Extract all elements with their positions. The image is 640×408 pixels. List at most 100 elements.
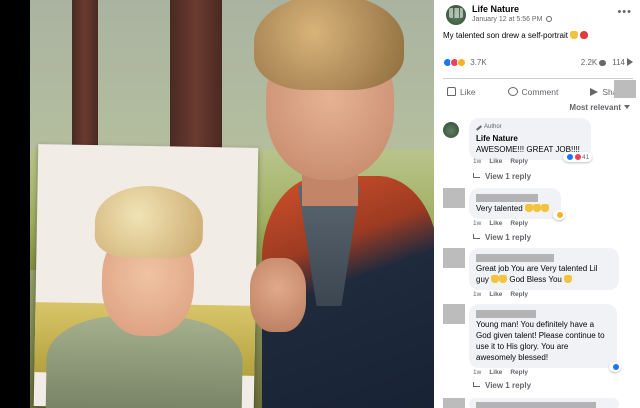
boy-hair	[254, 0, 404, 90]
like-reaction-icon	[566, 153, 574, 161]
author-badge-label: Author	[484, 124, 502, 130]
commenter-avatar[interactable]	[443, 248, 465, 268]
comment-reply-link[interactable]: Reply	[510, 369, 528, 376]
love-reaction-icon	[574, 153, 582, 161]
commenter-name-redacted	[476, 252, 612, 263]
post-panel: Life Nature January 12 at 5:56 PM ••• My…	[434, 0, 640, 408]
more-options-button[interactable]: •••	[617, 6, 632, 18]
engagement-counts: 2.2K 114	[581, 58, 633, 67]
comment-time[interactable]: 1w	[473, 369, 481, 376]
comment-text-body: Very talented	[476, 204, 523, 213]
like-button[interactable]: Like	[447, 87, 476, 97]
commenter-name[interactable]: Life Nature	[476, 133, 584, 144]
author-badge: Author	[476, 122, 584, 133]
comment-button[interactable]: Comment	[507, 86, 559, 97]
red-heart-emoji	[580, 31, 589, 39]
clapping-hands-emoji	[540, 204, 549, 212]
comment-reply-link[interactable]: Reply	[510, 158, 528, 165]
thumbs-up-icon	[447, 87, 456, 96]
share-icon	[590, 87, 599, 96]
comment-text: Young man! You definitely have a God giv…	[476, 320, 605, 362]
wow-reaction-icon	[457, 58, 466, 67]
tree-trunk	[72, 0, 98, 150]
comment-reply-link[interactable]: Reply	[510, 291, 528, 298]
comment-item: Author Life Nature AWESOME!!! GREAT JOB!…	[443, 118, 635, 186]
view-replies-link[interactable]: View 1 reply	[473, 172, 531, 181]
redacted-name-bar	[476, 401, 596, 408]
caret-down-icon	[624, 105, 630, 109]
tree-trunk	[170, 0, 222, 150]
view-replies-label: View 1 reply	[485, 233, 532, 242]
comment-count-icon	[599, 60, 607, 66]
caption-text: My talented son drew a self-portrait	[443, 31, 568, 40]
comment-reaction-count: 41	[582, 153, 590, 161]
comment-reactions[interactable]: 41	[563, 152, 593, 162]
comment-meta: 1w Like Reply	[473, 369, 536, 376]
boy-hand	[250, 258, 306, 332]
reply-arrow-icon	[473, 382, 480, 387]
post-actions: Like Comment Share	[443, 78, 633, 98]
comment-item: Great job You are Very talented Lil guy …	[443, 248, 635, 302]
comment-reactions[interactable]	[609, 362, 621, 372]
comment-text: Great job You are Very talented Lil guy …	[476, 263, 612, 285]
share-count-icon	[627, 58, 633, 66]
comment-reactions[interactable]	[553, 210, 565, 220]
commenter-avatar[interactable]	[443, 304, 465, 324]
redacted-name-bar	[476, 309, 536, 318]
comment-reply-link[interactable]: Reply	[510, 220, 528, 227]
comment-item: Young man! You definitely have a God giv…	[443, 304, 635, 396]
comment-like-link[interactable]: Like	[489, 220, 502, 227]
clapping-hands-emoji	[524, 204, 533, 212]
viewer-avatar[interactable]	[614, 80, 636, 98]
post-header: Life Nature January 12 at 5:56 PM •••	[434, 0, 640, 30]
thumbs-up-emoji	[499, 275, 508, 283]
post-date-text[interactable]: January 12 at 5:56 PM	[472, 16, 542, 23]
commenter-avatar[interactable]	[443, 122, 459, 138]
comment-like-link[interactable]: Like	[489, 369, 502, 376]
commenter-avatar[interactable]	[443, 188, 465, 208]
drawing-paper	[33, 144, 259, 408]
comment-bubble: Young man! You definitely have a God giv…	[469, 304, 617, 368]
comment-time[interactable]: 1w	[473, 158, 481, 165]
page-avatar[interactable]	[446, 5, 466, 25]
post-date[interactable]: January 12 at 5:56 PM	[472, 16, 553, 23]
comment-meta: 1w Like Reply	[473, 220, 536, 227]
wow-reaction-icon	[556, 211, 564, 219]
comment-text-tail: God Bless You	[509, 275, 562, 284]
comment-count[interactable]: 2.2K	[581, 58, 597, 67]
view-replies-label: View 1 reply	[485, 172, 532, 181]
comment-item-partial	[443, 398, 635, 408]
comment-label: Comment	[521, 86, 559, 97]
comment-text: Very talented	[476, 203, 554, 214]
comment-sort-dropdown[interactable]: Most relevant	[569, 103, 630, 112]
reaction-count: 3.7K	[470, 58, 487, 67]
comment-meta: 1w Like Reply	[473, 158, 536, 165]
sort-label: Most relevant	[569, 103, 621, 112]
praying-hands-emoji	[564, 275, 573, 283]
comment-meta: 1w Like Reply	[473, 291, 536, 298]
commenter-avatar[interactable]	[443, 398, 465, 408]
view-replies-link[interactable]: View 1 reply	[473, 233, 531, 242]
share-count[interactable]: 114	[612, 58, 625, 67]
comment-like-link[interactable]: Like	[489, 291, 502, 298]
clapping-hands-emoji	[532, 204, 541, 212]
reply-arrow-icon	[473, 234, 480, 239]
comment-time[interactable]: 1w	[473, 220, 481, 227]
praying-hands-emoji	[570, 31, 579, 39]
comment-item: Very talented 1w Like Reply View 1 reply	[443, 188, 635, 246]
redacted-name-bar	[476, 193, 538, 202]
comment-icon	[507, 87, 518, 96]
post-photo[interactable]	[30, 0, 434, 408]
like-label: Like	[460, 86, 476, 97]
comment-like-link[interactable]: Like	[489, 158, 502, 165]
commenter-name-redacted	[476, 192, 554, 203]
post-caption: My talented son drew a self-portrait	[443, 31, 589, 40]
view-replies-label: View 1 reply	[485, 381, 532, 390]
page-name[interactable]: Life Nature	[472, 4, 519, 14]
post-stats: 3.7K 2.2K 114	[443, 58, 633, 72]
comment-bubble: Very talented	[469, 188, 561, 219]
comment-time[interactable]: 1w	[473, 291, 481, 298]
commenter-name-redacted	[476, 308, 610, 319]
reaction-summary[interactable]: 3.7K	[443, 58, 487, 67]
view-replies-link[interactable]: View 1 reply	[473, 381, 531, 390]
